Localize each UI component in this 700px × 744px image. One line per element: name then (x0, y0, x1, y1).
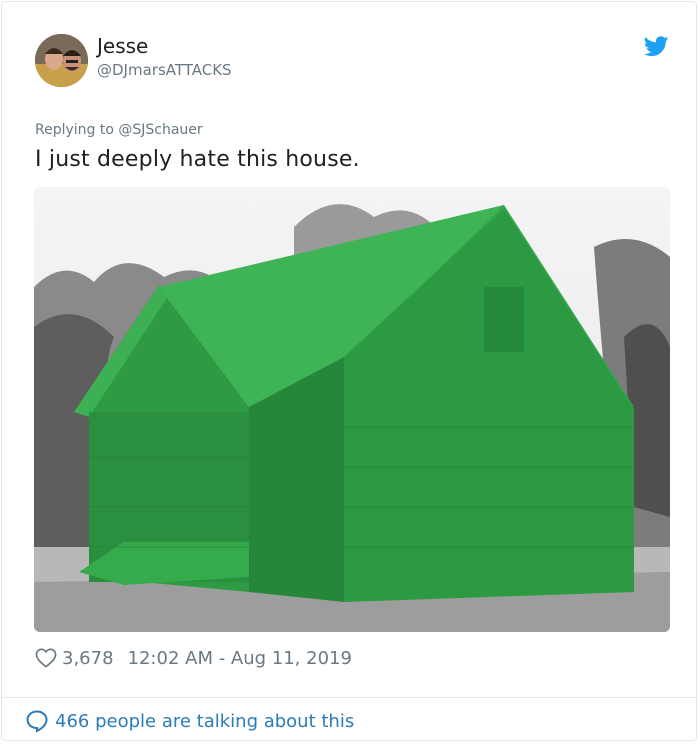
tweet-meta: 3,678 12:02 AM - Aug 11, 2019 (35, 644, 352, 672)
heart-icon[interactable] (35, 648, 57, 668)
tweet-card: Jesse @DJmarsATTACKS Replying to @SJScha… (1, 1, 697, 741)
author-name[interactable]: Jesse (97, 34, 148, 58)
author-handle[interactable]: @DJmarsATTACKS (97, 60, 232, 80)
divider (2, 697, 696, 698)
speech-bubble-icon (26, 710, 48, 733)
conversation-link[interactable]: 466 people are talking about this (25, 706, 354, 736)
timestamp[interactable]: 12:02 AM - Aug 11, 2019 (128, 648, 352, 669)
tweet-image[interactable] (34, 187, 670, 632)
tweet-text: I just deeply hate this house. (35, 147, 360, 172)
twitter-bird-icon[interactable] (644, 36, 669, 57)
conversation-label[interactable]: 466 people are talking about this (55, 711, 354, 732)
like-count[interactable]: 3,678 (62, 648, 114, 669)
avatar[interactable] (35, 34, 88, 87)
replying-to-label[interactable]: Replying to @SJSchauer (35, 121, 203, 139)
